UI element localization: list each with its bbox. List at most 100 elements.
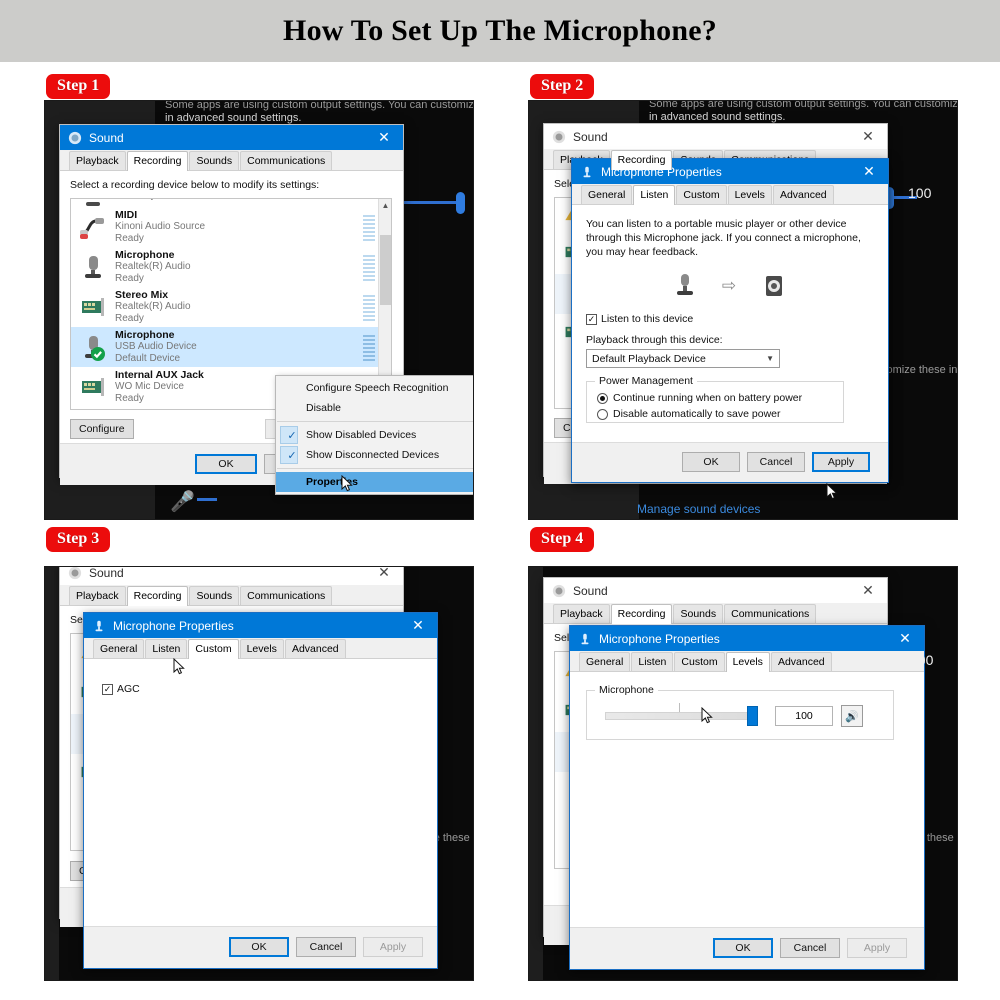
tab-recording[interactable]: Recording (610, 150, 673, 170)
chevron-up-icon[interactable]: ▲ (379, 199, 391, 212)
ok-button[interactable]: OK (195, 454, 257, 474)
radio-icon (597, 408, 608, 420)
device-context-menu[interactable]: Configure Speech Recognition Disable ✓ S… (275, 375, 473, 495)
menu-item-label: Show Disconnected Devices (306, 449, 440, 461)
menu-item-disable[interactable]: Disable (276, 398, 473, 418)
tab-advanced[interactable]: Advanced (772, 185, 834, 204)
tab-levels[interactable]: Levels (727, 185, 772, 204)
power-management-legend: Power Management (595, 375, 697, 387)
tab-custom[interactable]: Custom (674, 652, 725, 671)
tab-listen[interactable]: Listen (145, 639, 188, 658)
power-option-continue[interactable]: Continue running when on battery power (597, 392, 843, 404)
settings-volume-track[interactable] (400, 201, 460, 204)
audio-jack-icon (79, 213, 107, 241)
playback-device-select[interactable]: Default Playback Device ▼ (586, 349, 780, 368)
tab-advanced[interactable]: Advanced (284, 639, 346, 658)
tab-sounds[interactable]: Sounds (673, 604, 724, 623)
device-driver: WO Mic Device (115, 381, 184, 392)
menu-item-show-disabled[interactable]: ✓ Show Disabled Devices (276, 425, 473, 445)
close-icon[interactable]: ✕ (399, 613, 437, 638)
cancel-button[interactable]: Cancel (747, 452, 805, 472)
listen-checkbox-label: Listen to this device (601, 313, 694, 325)
list-item[interactable]: Microphone Realtek(R) Audio Ready (71, 247, 391, 287)
ok-button[interactable]: OK (682, 452, 740, 472)
menu-item-label: Show Disabled Devices (306, 429, 417, 441)
apply-button[interactable]: Apply (812, 452, 870, 472)
power-option-disable[interactable]: Disable automatically to save power (597, 408, 843, 420)
settings-volume-thumb[interactable] (456, 192, 465, 214)
tab-recording[interactable]: Recording (126, 151, 189, 171)
mic-properties-footer: OK Cancel Apply (572, 442, 888, 482)
microphone-level-value[interactable]: 100 (775, 706, 833, 726)
tab-communications[interactable]: Communications (724, 604, 817, 623)
tab-custom[interactable]: Custom (188, 639, 239, 659)
cancel-button[interactable]: Cancel (296, 937, 356, 957)
configure-button[interactable]: Configure (70, 419, 134, 439)
list-item[interactable]: Stereo Mix Realtek(R) Audio Ready (71, 287, 391, 327)
tab-advanced[interactable]: Advanced (770, 652, 832, 671)
speaker-on-icon[interactable]: 🔊 (841, 705, 863, 727)
menu-item-configure-speech[interactable]: Configure Speech Recognition (276, 378, 473, 398)
agc-checkbox[interactable]: ✓ AGC (102, 683, 419, 695)
power-management-group: Power Management Continue running when o… (586, 375, 844, 423)
menu-divider (277, 468, 473, 469)
tab-playback[interactable]: Playback (69, 586, 126, 605)
ok-button[interactable]: OK (229, 937, 289, 957)
device-driver: Realtek(R) Audio (115, 261, 191, 272)
tab-communications[interactable]: Communications (240, 586, 333, 605)
list-item[interactable]: MIDI Kinoni Audio Source Ready (71, 207, 391, 247)
sound-dialog-title: Sound (573, 583, 608, 598)
tab-recording[interactable]: Recording (610, 604, 673, 624)
settings-mic-level-track[interactable] (197, 498, 217, 501)
close-icon[interactable]: ✕ (849, 124, 887, 149)
tab-general[interactable]: General (579, 652, 631, 671)
level-meter (363, 335, 375, 361)
tab-playback[interactable]: Playback (553, 604, 610, 623)
menu-item-properties[interactable]: Properties (276, 472, 473, 492)
close-icon[interactable]: ✕ (886, 626, 924, 651)
scrollbar-thumb[interactable] (380, 235, 391, 305)
device-status: Default Device (115, 353, 181, 364)
microphone-icon (583, 166, 591, 177)
step-badge-4: Step 4 (530, 527, 595, 552)
tab-general[interactable]: General (581, 185, 633, 204)
tab-sounds[interactable]: Sounds (189, 586, 240, 605)
menu-item-show-disconnected[interactable]: ✓ Show Disconnected Devices (276, 445, 473, 465)
device-status: Currently unavailable (115, 199, 209, 202)
level-meter (363, 215, 375, 241)
tab-recording[interactable]: Recording (126, 586, 189, 606)
tab-communications[interactable]: Communications (240, 151, 333, 170)
ok-button[interactable]: OK (713, 938, 773, 958)
configure-button-label: Configure (70, 419, 134, 439)
close-icon[interactable]: ✕ (850, 159, 888, 184)
list-item-selected[interactable]: Microphone USB Audio Device Default Devi… (71, 327, 391, 367)
close-icon[interactable]: ✕ (365, 125, 403, 150)
tab-playback[interactable]: Playback (69, 151, 126, 170)
tab-general[interactable]: General (93, 639, 145, 658)
apply-button[interactable]: Apply (363, 937, 423, 957)
microphone-level-slider-track[interactable] (605, 712, 753, 720)
tab-levels[interactable]: Levels (725, 652, 770, 672)
sound-card-icon (79, 293, 107, 321)
device-name: Microphone (115, 329, 175, 341)
tab-sounds[interactable]: Sounds (189, 151, 240, 170)
device-name: MIDI (115, 209, 138, 221)
tab-levels[interactable]: Levels (239, 639, 284, 658)
tab-custom[interactable]: Custom (676, 185, 727, 204)
mic-properties-tabs: General Listen Custom Levels Advanced (84, 638, 437, 659)
close-icon[interactable]: ✕ (365, 567, 403, 585)
tab-listen[interactable]: Listen (631, 652, 674, 671)
apply-button[interactable]: Apply (847, 938, 907, 958)
microphone-level-slider-thumb[interactable] (747, 706, 758, 726)
list-item[interactable]: Currently unavailable (71, 199, 391, 207)
sound-dialog-title: Sound (573, 129, 608, 144)
microphone-properties-dialog: Microphone Properties ✕ General Listen C… (83, 612, 438, 969)
close-icon[interactable]: ✕ (849, 578, 887, 603)
page-title: How To Set Up The Microphone? (283, 14, 717, 47)
manage-sound-devices-link[interactable]: Manage sound devices (637, 502, 760, 516)
cancel-button[interactable]: Cancel (780, 938, 840, 958)
listen-to-device-checkbox[interactable]: ✓ Listen to this device (586, 313, 874, 325)
device-status: Ready (115, 313, 144, 324)
device-name: Internal AUX Jack (115, 369, 204, 381)
tab-listen[interactable]: Listen (633, 185, 676, 205)
